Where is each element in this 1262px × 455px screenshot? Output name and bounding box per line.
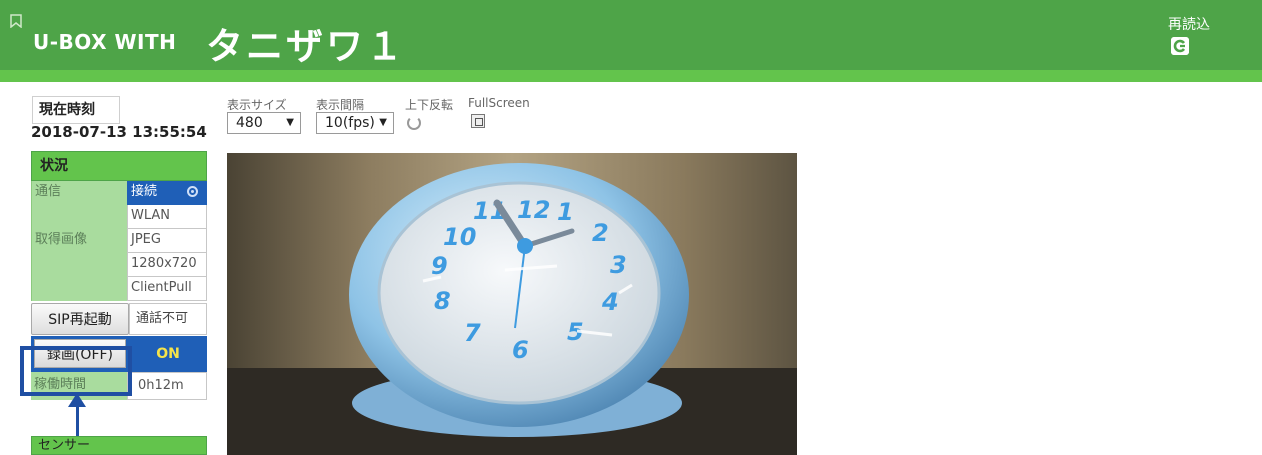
status-row: 通信 接続 [31,181,207,205]
clock-numeral: 6 [512,336,529,364]
clock-numeral: 9 [431,252,448,280]
display-size-label: 表示サイズ [227,98,287,112]
reload-icon[interactable] [1171,37,1189,55]
display-size-value: 480 [236,115,263,131]
camera-video-feed[interactable]: 12 1 2 3 4 5 6 7 8 9 10 11 [227,153,797,455]
camera-name: タニザワ１ [206,25,406,68]
brand-label: U-BOX WITH [33,30,177,54]
clock-numeral: 4 [601,288,619,316]
status-label-empty [31,277,127,301]
fullscreen-label: FullScreen [468,96,530,110]
uptime-row: 稼働時間 0h12m [31,372,207,400]
clock-numeral: 8 [434,287,451,315]
clock-numeral: 3 [610,251,627,279]
sip-status: 通話不可 [129,303,207,335]
display-interval-value: 10(fps) [325,115,375,131]
chevron-down-icon: ▼ [286,117,294,128]
status-panel: 状況 通信 接続 WLAN 取得画像 JPEG 1280x720 ClientP… [31,151,207,400]
rotate-icon[interactable] [407,116,421,130]
clock-numeral: 2 [592,219,609,247]
clock-numeral: 7 [464,319,481,347]
chevron-down-icon: ▼ [379,117,387,128]
settings-icon[interactable] [187,186,198,197]
record-state: ON [129,336,207,372]
status-label-communication: 通信 [31,181,127,205]
status-label-empty [31,205,127,229]
header-divider [0,70,1262,82]
clock-numeral: 12 [517,196,550,224]
status-row: WLAN [31,205,207,229]
connection-text: 接続 [131,184,158,199]
record-row: 録画(OFF) ON [31,336,207,372]
display-interval-label: 表示間隔 [316,98,365,112]
status-value-method: ClientPull [127,277,207,301]
clock-image: 12 1 2 3 4 5 6 7 8 9 10 11 [227,153,797,455]
status-value-resolution: 1280x720 [127,253,207,277]
record-toggle-button[interactable]: 録画(OFF) [34,339,126,368]
display-size-select[interactable]: 480 ▼ [227,112,301,134]
status-row: 取得画像 JPEG [31,229,207,253]
status-row: 1280x720 [31,253,207,277]
flip-label: 上下反転 [405,98,454,112]
status-label-empty [31,253,127,277]
clock-numeral: 10 [443,223,476,251]
status-value-network: WLAN [127,205,207,229]
display-interval-select[interactable]: 10(fps) ▼ [316,112,394,134]
current-time-label: 現在時刻 [32,96,120,124]
clock-numeral: 1 [557,198,574,226]
current-datetime: 2018-07-13 13:55:54 [31,123,207,141]
bookmark-icon [10,14,22,28]
status-value-connection: 接続 [127,181,207,205]
sensor-header: センサー [31,436,207,455]
uptime-value: 0h12m [127,372,207,400]
record-cell: 録画(OFF) [31,336,129,372]
fullscreen-icon[interactable] [471,114,485,128]
reload-button[interactable]: 再読込 [1168,14,1238,64]
status-value-format: JPEG [127,229,207,253]
sip-restart-button[interactable]: SIP再起動 [31,303,129,335]
status-row: ClientPull [31,277,207,301]
sip-row: SIP再起動 通話不可 [31,302,207,336]
status-label-image: 取得画像 [31,229,127,253]
status-header: 状況 [31,151,207,181]
reload-label: 再読込 [1168,17,1210,33]
